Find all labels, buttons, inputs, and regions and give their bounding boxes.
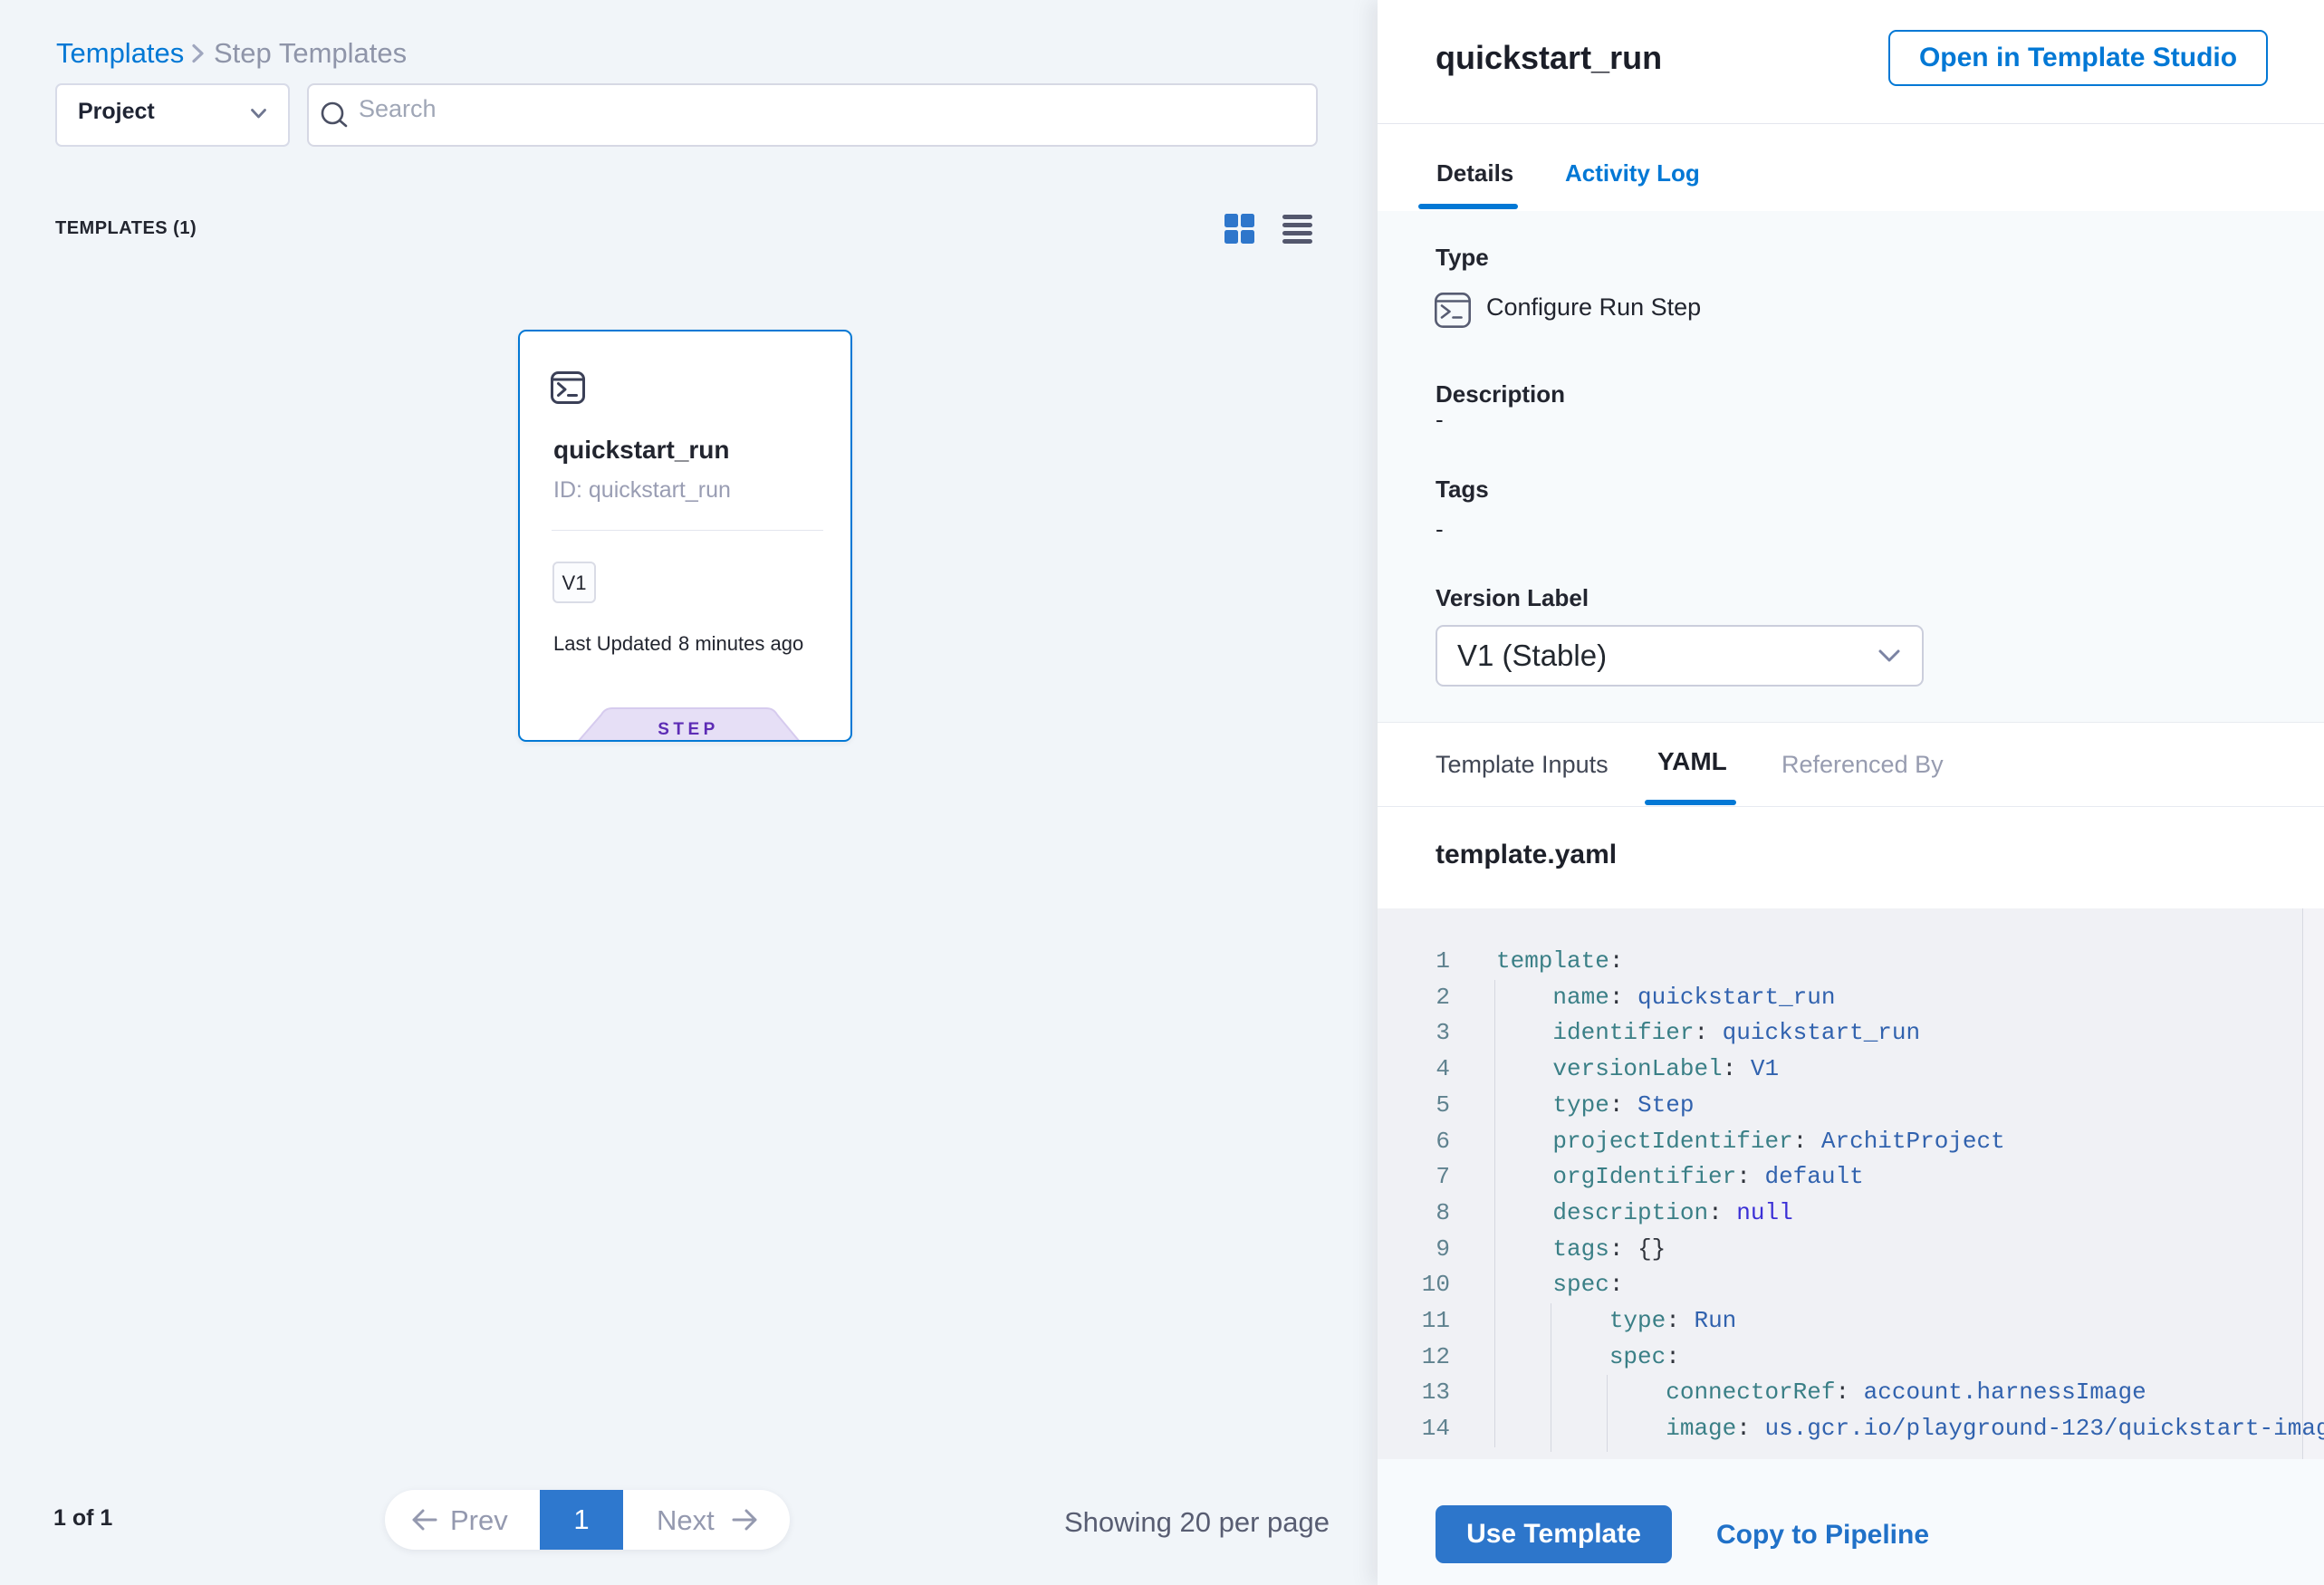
svg-text:STEP: STEP	[658, 720, 719, 739]
